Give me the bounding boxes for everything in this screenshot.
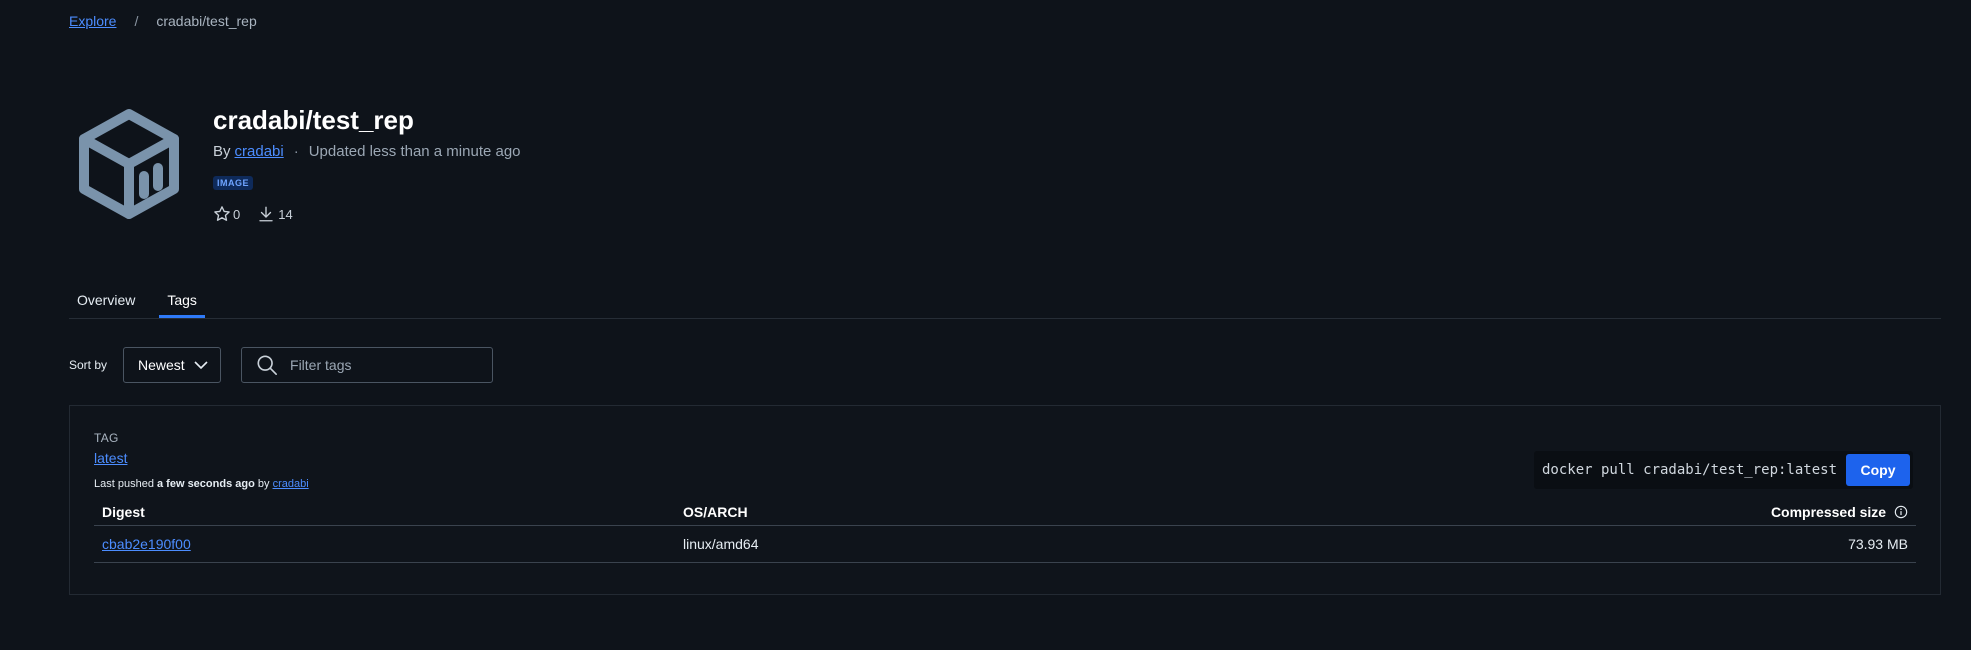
pull-command-box: docker pull cradabi/test_rep:latest Copy bbox=[1534, 451, 1913, 489]
sort-label: Sort by bbox=[69, 358, 108, 372]
digest-cell: cbab2e190f00 bbox=[94, 525, 675, 563]
pushed-by-prefix: by bbox=[257, 478, 270, 490]
star-icon bbox=[214, 206, 230, 221]
star-stat[interactable]: 0 bbox=[213, 205, 240, 223]
pull-stat: 14 bbox=[256, 205, 293, 223]
byline-dot: · bbox=[293, 143, 299, 160]
filter-input[interactable] bbox=[288, 356, 473, 374]
tab-overview[interactable]: Overview bbox=[69, 284, 143, 318]
tags-toolbar: Sort by Newest bbox=[69, 347, 494, 383]
pushed-when: a few seconds ago bbox=[157, 478, 255, 490]
cube-icon bbox=[74, 106, 184, 222]
chevron-down-icon bbox=[194, 361, 208, 370]
sort-select[interactable]: Newest bbox=[123, 347, 222, 383]
tag-card: TAG latest Last pushed a few seconds ago… bbox=[69, 405, 1941, 595]
tab-tags[interactable]: Tags bbox=[159, 284, 205, 318]
size-cell: 73.93 MB bbox=[1139, 525, 1916, 563]
repo-header: cradabi/test_rep By cradabi · Updated le… bbox=[213, 103, 521, 223]
table-header-row: Digest OS/ARCH Compressed size bbox=[94, 499, 1916, 526]
search-icon bbox=[257, 355, 278, 375]
updated-text: Updated less than a minute ago bbox=[308, 143, 521, 160]
breadcrumb-separator: / bbox=[134, 13, 139, 29]
breadcrumb: Explore / cradabi/test_rep bbox=[69, 13, 257, 29]
info-icon[interactable] bbox=[1894, 505, 1908, 519]
star-count: 0 bbox=[233, 206, 241, 222]
repo-stats: 0 14 bbox=[213, 205, 521, 223]
breadcrumb-current: cradabi/test_rep bbox=[156, 13, 257, 29]
digest-table: Digest OS/ARCH Compressed size cbab2e190… bbox=[94, 499, 1916, 563]
os-arch-header: OS/ARCH bbox=[675, 499, 1140, 526]
pushed-prefix: Last pushed bbox=[94, 478, 154, 490]
pull-count: 14 bbox=[278, 206, 293, 222]
breadcrumb-explore-link[interactable]: Explore bbox=[69, 13, 116, 29]
tag-section-label: TAG bbox=[94, 431, 119, 445]
tab-bar: Overview Tags bbox=[69, 284, 1941, 319]
last-pushed-text: Last pushed a few seconds ago by cradabi bbox=[94, 478, 309, 490]
size-header: Compressed size bbox=[1139, 499, 1916, 526]
digest-header: Digest bbox=[94, 499, 675, 526]
sort-value: Newest bbox=[138, 357, 185, 373]
image-badge: IMAGE bbox=[213, 176, 254, 190]
os-arch-cell: linux/amd64 bbox=[675, 525, 1140, 563]
filter-box[interactable] bbox=[241, 347, 494, 383]
pushed-by-link[interactable]: cradabi bbox=[273, 478, 309, 490]
by-label: By bbox=[213, 143, 231, 160]
copy-button[interactable]: Copy bbox=[1846, 454, 1910, 486]
page-title: cradabi/test_rep bbox=[213, 105, 414, 135]
pull-command[interactable]: docker pull cradabi/test_rep:latest bbox=[1534, 462, 1846, 478]
table-row: cbab2e190f00 linux/amd64 73.93 MB bbox=[94, 525, 1916, 563]
digest-link[interactable]: cbab2e190f00 bbox=[102, 536, 191, 552]
tag-name-link[interactable]: latest bbox=[94, 450, 127, 466]
repo-byline: By cradabi · Updated less than a minute … bbox=[213, 143, 521, 160]
download-icon bbox=[259, 206, 273, 222]
author-link[interactable]: cradabi bbox=[235, 143, 284, 160]
size-header-label: Compressed size bbox=[1770, 504, 1887, 520]
